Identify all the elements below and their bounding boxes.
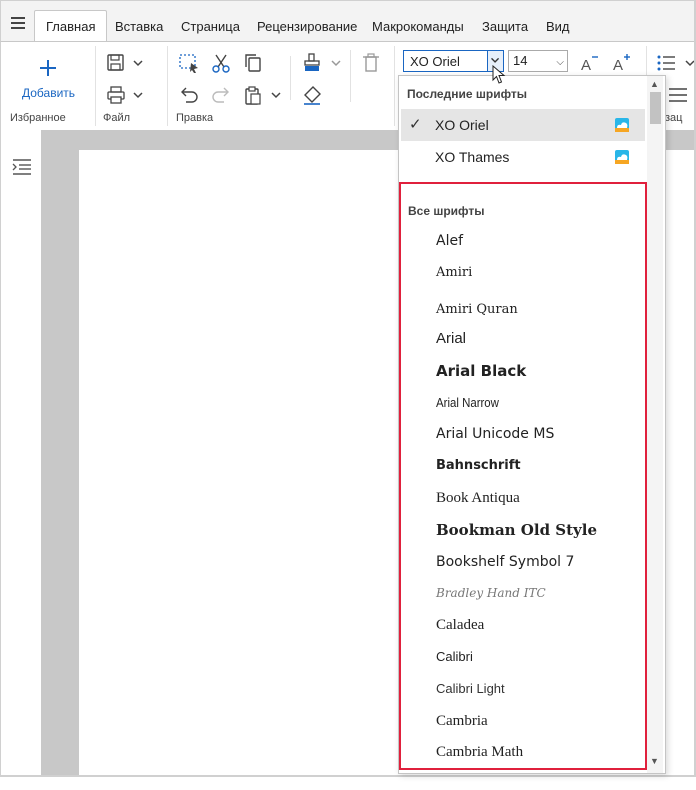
font-item[interactable]: Arial Unicode MS	[436, 426, 554, 442]
chevron-down-icon[interactable]	[127, 52, 143, 74]
tab-macros[interactable]: Макрокоманды	[372, 11, 464, 42]
font-item[interactable]: Cambria	[436, 713, 488, 730]
chevron-down-icon[interactable]	[325, 52, 341, 74]
cloud-font-icon	[615, 150, 629, 164]
font-item[interactable]: Calibri	[436, 649, 473, 664]
font-item[interactable]: Bookshelf Symbol 7	[436, 554, 574, 570]
font-item[interactable]: Bradley Hand ITC	[436, 586, 546, 600]
separator	[394, 46, 395, 126]
select-icon[interactable]	[178, 52, 200, 74]
group-label-edit: Правка	[176, 112, 214, 124]
font-item[interactable]: Arial	[436, 330, 466, 347]
group-label-file: Файл	[103, 112, 131, 124]
font-item[interactable]: Book Antiqua	[436, 490, 520, 507]
font-name: XO Oriel	[435, 117, 489, 133]
separator	[167, 46, 168, 126]
font-item[interactable]: Arial Black	[436, 362, 526, 380]
font-item[interactable]: Caladea	[436, 617, 484, 634]
chevron-down-icon[interactable]	[679, 52, 695, 74]
recent-font-item[interactable]: ✓ XO Oriel	[401, 109, 645, 141]
outline-icon[interactable]	[12, 158, 32, 176]
font-item[interactable]: Bookman Old Style	[436, 521, 597, 539]
font-size-value: 14	[513, 53, 528, 68]
recent-font-item[interactable]: XO Thames	[401, 141, 645, 173]
font-item[interactable]: Amiri Quran	[436, 302, 518, 317]
bullet-list-icon[interactable]	[655, 52, 677, 74]
font-item[interactable]: Cambria Math	[436, 744, 523, 761]
font-size-input[interactable]: 14 ⌵	[508, 50, 568, 72]
font-item[interactable]: Arial Narrow	[436, 395, 499, 410]
separator	[95, 46, 96, 126]
redo-icon[interactable]	[210, 84, 232, 106]
font-item[interactable]: Bahnschrift	[436, 458, 521, 473]
add-button[interactable]: Добавить	[22, 86, 75, 100]
all-fonts-header: Все шрифты	[408, 204, 485, 218]
save-icon[interactable]	[105, 52, 127, 74]
plus-icon[interactable]	[38, 58, 58, 78]
font-item[interactable]: Calibri Light	[436, 681, 505, 696]
font-dropdown-list[interactable]: Последние шрифты ✓ XO Oriel XO Thames Вс…	[398, 75, 666, 774]
chevron-down-icon[interactable]: ⌵	[556, 53, 564, 73]
cloud-font-icon	[615, 118, 629, 132]
separator	[350, 50, 351, 102]
increase-font-icon[interactable]: A	[611, 52, 633, 74]
cut-icon[interactable]	[210, 52, 232, 74]
tab-review[interactable]: Рецензирование	[257, 11, 357, 42]
dropdown-scrollbar[interactable]: ▲ ▼	[647, 76, 663, 773]
recent-fonts-header: Последние шрифты	[407, 87, 528, 101]
tab-protection[interactable]: Защита	[482, 11, 528, 42]
group-label-paragraph: зац	[665, 112, 683, 124]
print-icon[interactable]	[105, 84, 127, 106]
delete-icon[interactable]	[360, 52, 382, 74]
mouse-cursor-icon	[492, 65, 506, 84]
font-item[interactable]: Amiri	[436, 265, 472, 280]
separator	[290, 56, 291, 100]
tab-page[interactable]: Страница	[181, 11, 240, 42]
font-name: XO Thames	[435, 149, 510, 165]
chevron-down-icon[interactable]	[127, 84, 143, 106]
group-label-favorites: Избранное	[10, 112, 66, 124]
tab-view[interactable]: Вид	[546, 11, 570, 42]
eraser-icon[interactable]	[301, 84, 323, 106]
chevron-down-icon[interactable]	[265, 84, 281, 106]
scroll-down-icon[interactable]: ▼	[650, 756, 659, 766]
scrollbar-thumb[interactable]	[650, 92, 661, 124]
svg-text:A: A	[613, 57, 623, 74]
menu-icon[interactable]	[11, 17, 25, 29]
decrease-font-icon[interactable]: A	[579, 52, 601, 74]
undo-icon[interactable]	[178, 84, 200, 106]
svg-text:A: A	[581, 57, 591, 74]
font-name-input[interactable]: XO Oriel	[403, 50, 489, 72]
ribbon-tab-bar: Главная Вставка Страница Рецензирование …	[0, 0, 696, 43]
tab-insert[interactable]: Вставка	[115, 11, 163, 42]
align-icon[interactable]	[667, 84, 689, 106]
checkmark-icon: ✓	[409, 116, 422, 133]
format-painter-icon[interactable]	[301, 52, 323, 74]
tab-home[interactable]: Главная	[34, 10, 108, 43]
paste-icon[interactable]	[242, 84, 264, 106]
copy-icon[interactable]	[242, 52, 264, 74]
all-fonts-section: Все шрифты Alef Amiri Amiri Quran Arial …	[399, 182, 647, 770]
navigation-pane	[0, 130, 42, 775]
scroll-up-icon[interactable]: ▲	[650, 79, 659, 89]
font-item[interactable]: Alef	[436, 233, 463, 249]
